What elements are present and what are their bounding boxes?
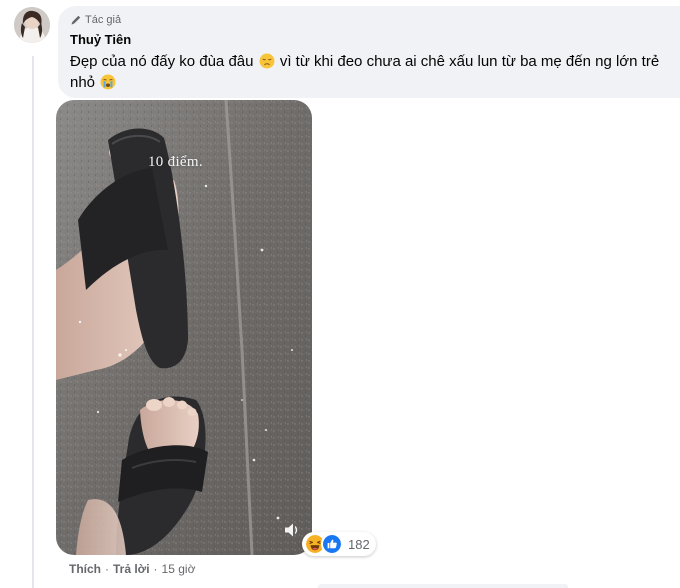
thread-guide-line: [32, 56, 34, 588]
comment-thread: Tác giả Thuỷ Tiên Đẹp của nó đấy ko đùa …: [0, 0, 680, 588]
comment-actions: Thích · Trả lời · 15 giờ: [69, 562, 195, 576]
pensive-face-icon: [259, 53, 275, 69]
pencil-icon: [71, 15, 81, 25]
separator-dot: ·: [153, 562, 158, 576]
reply-button[interactable]: Trả lời: [113, 562, 150, 576]
avatar[interactable]: [14, 7, 50, 43]
comment-text-part1: Đẹp của nó đấy ko đùa đâu: [70, 53, 254, 70]
author-badge-label: Tác giả: [85, 14, 122, 26]
separator-dot: ·: [105, 562, 109, 576]
sound-icon[interactable]: [282, 520, 302, 540]
author-badge: Tác giả: [70, 13, 121, 27]
video-thumbnail[interactable]: [56, 100, 312, 555]
like-button[interactable]: Thích: [69, 562, 101, 576]
sandals-photo: [56, 100, 312, 555]
like-reaction-icon: [321, 533, 343, 555]
crying-face-icon: [100, 74, 116, 90]
avatar-image: [14, 7, 50, 43]
author-name[interactable]: Thuỷ Tiên: [70, 32, 131, 47]
reactions-summary[interactable]: 182: [302, 532, 376, 556]
reaction-count: 182: [348, 536, 370, 552]
comment-timestamp[interactable]: 15 giờ: [162, 562, 196, 576]
comment-text: Đẹp của nó đấy ko đùa đâu vì từ khi đeo …: [70, 51, 670, 93]
next-comment-edge: [318, 584, 568, 588]
